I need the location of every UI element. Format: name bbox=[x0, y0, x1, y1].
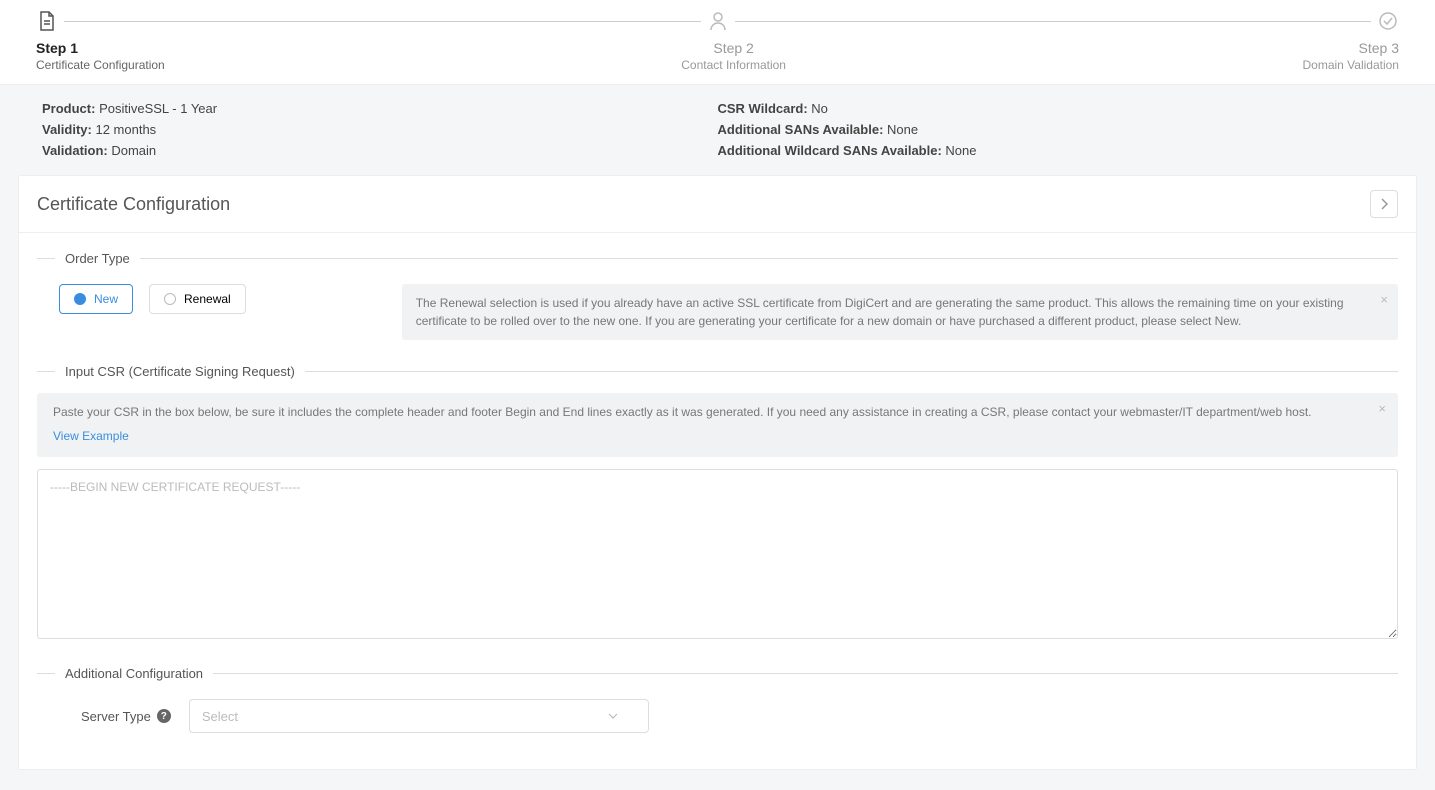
certificate-config-panel: Certificate Configuration Order Type New… bbox=[18, 175, 1417, 770]
order-type-new-label: New bbox=[94, 292, 118, 306]
order-type-renewal-radio[interactable]: Renewal bbox=[149, 284, 246, 314]
next-button[interactable] bbox=[1370, 190, 1398, 218]
section-title: Certificate Configuration bbox=[37, 194, 230, 215]
order-type-renewal-label: Renewal bbox=[184, 292, 231, 306]
step-3: Step 3 Domain Validation bbox=[1302, 40, 1399, 72]
server-type-label: Server Type ? bbox=[81, 709, 171, 724]
order-type-new-radio[interactable]: New bbox=[59, 284, 133, 314]
validation-label: Validation: bbox=[42, 143, 108, 158]
csr-help-text: Paste your CSR in the box below, be sure… bbox=[53, 405, 1312, 419]
csr-wildcard-label: CSR Wildcard: bbox=[718, 101, 808, 116]
stepper-connector bbox=[64, 21, 701, 22]
order-summary-left: Product: PositiveSSL - 1 Year Validity: … bbox=[42, 99, 718, 161]
chevron-right-icon bbox=[1380, 198, 1388, 210]
step-2-sub: Contact Information bbox=[681, 58, 786, 72]
legend-dash bbox=[37, 673, 55, 674]
validation-value: Domain bbox=[108, 143, 156, 158]
legend-dash bbox=[140, 258, 1398, 259]
step-3-title: Step 3 bbox=[1302, 40, 1399, 56]
stepper-connector bbox=[735, 21, 1372, 22]
close-icon[interactable]: × bbox=[1378, 401, 1386, 416]
order-type-fieldset: Order Type New Renewal The Renewal selec… bbox=[37, 251, 1398, 340]
legend-dash bbox=[37, 371, 55, 372]
radio-unselected-icon bbox=[164, 293, 176, 305]
view-example-link[interactable]: View Example bbox=[53, 429, 129, 443]
section-header: Certificate Configuration bbox=[19, 176, 1416, 233]
step-1-sub: Certificate Configuration bbox=[36, 58, 165, 72]
order-type-legend: Order Type bbox=[65, 251, 130, 266]
server-type-placeholder: Select bbox=[202, 709, 238, 724]
csr-wildcard-value: No bbox=[808, 101, 828, 116]
wild-sans-label: Additional Wildcard SANs Available: bbox=[718, 143, 942, 158]
stepper-bar: Step 1 Certificate Configuration Step 2 … bbox=[0, 0, 1435, 85]
step-1-title: Step 1 bbox=[36, 40, 165, 56]
server-type-select[interactable]: Select bbox=[189, 699, 649, 733]
check-circle-icon bbox=[1377, 10, 1399, 32]
order-type-info-text: The Renewal selection is used if you alr… bbox=[416, 296, 1344, 328]
order-type-info: The Renewal selection is used if you alr… bbox=[402, 284, 1398, 340]
legend-dash bbox=[213, 673, 1398, 674]
step-2-title: Step 2 bbox=[681, 40, 786, 56]
order-summary-right: CSR Wildcard: No Additional SANs Availab… bbox=[718, 99, 1394, 161]
product-label: Product: bbox=[42, 101, 95, 116]
validity-value: 12 months bbox=[92, 122, 156, 137]
legend-dash bbox=[305, 371, 1398, 372]
user-icon bbox=[707, 10, 729, 32]
legend-dash bbox=[37, 258, 55, 259]
step-3-sub: Domain Validation bbox=[1302, 58, 1399, 72]
csr-textarea[interactable] bbox=[37, 469, 1398, 639]
radio-selected-icon bbox=[74, 293, 86, 305]
step-1: Step 1 Certificate Configuration bbox=[36, 40, 165, 72]
step-2: Step 2 Contact Information bbox=[681, 40, 786, 72]
chevron-down-icon bbox=[608, 712, 618, 720]
product-value: PositiveSSL - 1 Year bbox=[95, 101, 217, 116]
sans-label: Additional SANs Available: bbox=[718, 122, 884, 137]
close-icon[interactable]: × bbox=[1380, 290, 1388, 310]
server-type-label-text: Server Type bbox=[81, 709, 151, 724]
csr-legend: Input CSR (Certificate Signing Request) bbox=[65, 364, 295, 379]
help-icon[interactable]: ? bbox=[157, 709, 171, 723]
additional-fieldset: Additional Configuration Server Type ? S… bbox=[37, 666, 1398, 733]
validity-label: Validity: bbox=[42, 122, 92, 137]
csr-help-box: Paste your CSR in the box below, be sure… bbox=[37, 393, 1398, 457]
csr-fieldset: Input CSR (Certificate Signing Request) … bbox=[37, 364, 1398, 642]
additional-legend: Additional Configuration bbox=[65, 666, 203, 681]
order-summary: Product: PositiveSSL - 1 Year Validity: … bbox=[0, 85, 1435, 175]
wild-sans-value: None bbox=[942, 143, 977, 158]
sans-value: None bbox=[883, 122, 918, 137]
document-icon bbox=[36, 10, 58, 32]
